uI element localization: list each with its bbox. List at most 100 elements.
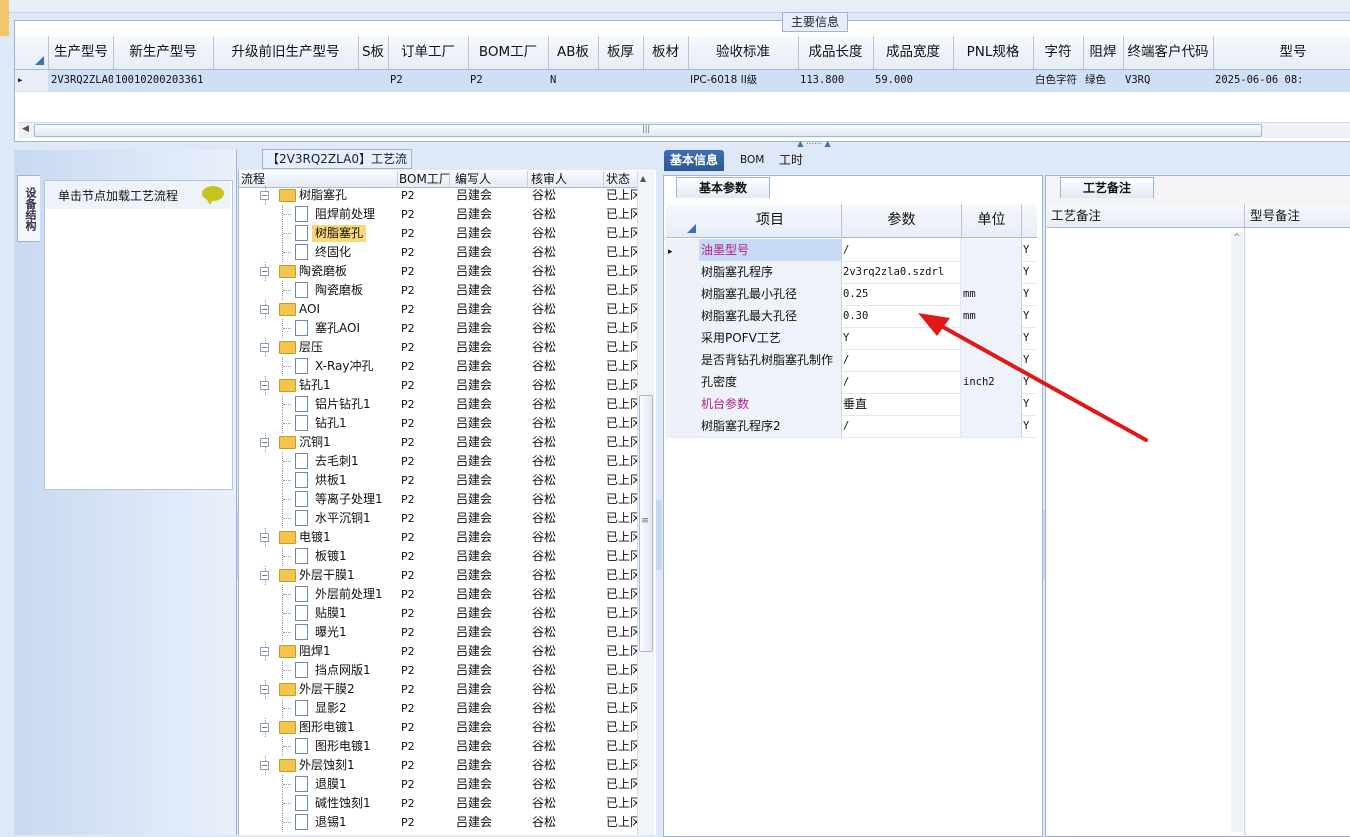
- param-row[interactable]: 是否背钻孔树脂塞孔制作 / Y: [666, 349, 1037, 372]
- tab-basic-info[interactable]: 基本信息: [664, 150, 725, 171]
- main-col-header[interactable]: 升级前旧生产型号: [213, 36, 359, 69]
- main-col-header[interactable]: 板材: [643, 36, 689, 69]
- main-col-header[interactable]: 型号: [1213, 36, 1350, 69]
- tree-node-name[interactable]: 钻孔1: [296, 377, 334, 394]
- main-row-cell[interactable]: 2V3RQ2ZLA0: [49, 70, 113, 91]
- main-col-header[interactable]: 成品宽度: [873, 36, 954, 69]
- tree-node-name[interactable]: 陶瓷磨板: [296, 263, 350, 280]
- main-col-header[interactable]: 生产型号: [49, 36, 114, 69]
- main-col-header[interactable]: 验收标准: [688, 36, 799, 69]
- main-row-cell[interactable]: N: [548, 70, 598, 91]
- main-row-cell[interactable]: IPC-6018 II级: [688, 70, 798, 91]
- param-row[interactable]: ▸ 油墨型号 / Y: [666, 239, 1037, 262]
- tree-row[interactable]: − 钻孔1 P2 吕建会 谷松 已上冈: [239, 376, 637, 395]
- tree-node-name[interactable]: 退锡1: [312, 814, 350, 831]
- param-value[interactable]: /: [841, 415, 961, 437]
- side-tab-equipment-structure[interactable]: 设备结构: [17, 175, 40, 242]
- tree-col-header[interactable]: 核审人: [529, 171, 604, 187]
- tree-row[interactable]: 等离子处理1 P2 吕建会 谷松 已上冈: [239, 490, 637, 509]
- tree-node-name[interactable]: 图形电镀1: [312, 738, 374, 755]
- main-col-header[interactable]: 新生产型号: [113, 36, 214, 69]
- tree-node-name[interactable]: 树脂塞孔: [312, 225, 367, 242]
- collapse-toggle-icon[interactable]: −: [260, 685, 269, 694]
- tree-scroll-up-icon[interactable]: ▲: [640, 174, 646, 183]
- main-row-cell[interactable]: P2: [388, 70, 468, 91]
- tree-row[interactable]: − 阻焊1 P2 吕建会 谷松 已上冈: [239, 642, 637, 661]
- tree-row[interactable]: 陶瓷磨板 P2 吕建会 谷松 已上冈: [239, 281, 637, 300]
- tree-node-name[interactable]: 图形电镀1: [296, 719, 358, 736]
- tree-node-name[interactable]: 显影2: [312, 700, 350, 717]
- tree-row[interactable]: 烘板1 P2 吕建会 谷松 已上冈: [239, 471, 637, 490]
- tree-col-header[interactable]: 流程: [239, 171, 398, 187]
- tree-node-name[interactable]: 去毛刺1: [312, 453, 362, 470]
- tree-node-name[interactable]: 树脂塞孔: [296, 187, 350, 204]
- tree-row[interactable]: 显影2 P2 吕建会 谷松 已上冈: [239, 699, 637, 718]
- collapse-toggle-icon[interactable]: −: [260, 761, 269, 770]
- tab-process-remark[interactable]: 工艺备注: [1060, 177, 1155, 198]
- tree-row[interactable]: − 沉铜1 P2 吕建会 谷松 已上冈: [239, 433, 637, 452]
- param-value[interactable]: 0.30: [841, 305, 961, 327]
- tree-row[interactable]: 去毛刺1 P2 吕建会 谷松 已上冈: [239, 452, 637, 471]
- main-row-cell[interactable]: [643, 70, 688, 91]
- tree-node-name[interactable]: 外层干膜1: [296, 567, 358, 584]
- tree-col-header[interactable]: 编写人: [453, 171, 528, 187]
- col-param[interactable]: 参数: [842, 204, 962, 237]
- main-col-header[interactable]: PNL规格: [953, 36, 1034, 69]
- tree-node-name[interactable]: 陶瓷磨板: [312, 282, 366, 299]
- tree-node-name[interactable]: 等离子处理1: [312, 491, 386, 508]
- param-value[interactable]: 2v3rq2zla0.szdrl: [841, 261, 961, 283]
- tree-node-name[interactable]: X-Ray冲孔: [312, 358, 376, 375]
- node-load-box[interactable]: [44, 180, 233, 490]
- tree-node-name[interactable]: 终固化: [312, 244, 354, 261]
- tree-node-name[interactable]: 外层干膜2: [296, 681, 358, 698]
- tab-bom[interactable]: BOM: [734, 150, 770, 171]
- collapse-toggle-icon[interactable]: −: [260, 381, 269, 390]
- collapse-toggle-icon[interactable]: −: [260, 533, 269, 542]
- collapse-toggle-icon[interactable]: −: [260, 343, 269, 352]
- main-row-cell[interactable]: 113.800: [798, 70, 873, 91]
- main-col-header[interactable]: 板厚: [598, 36, 644, 69]
- tree-node-name[interactable]: 贴膜1: [312, 605, 350, 622]
- tree-node-name[interactable]: 碱性蚀刻1: [312, 795, 374, 812]
- remark-scroll-up-icon[interactable]: ^: [1233, 233, 1241, 243]
- main-row-cell[interactable]: [953, 70, 1033, 91]
- process-remark-textarea[interactable]: [1047, 228, 1245, 835]
- tree-node-name[interactable]: 曝光1: [312, 624, 350, 641]
- tree-node-name[interactable]: 退膜1: [312, 776, 350, 793]
- tree-node-name[interactable]: AOI: [296, 301, 323, 318]
- tree-row[interactable]: 阻焊前处理 P2 吕建会 谷松 已上冈: [239, 205, 637, 224]
- main-row-cell[interactable]: [358, 70, 388, 91]
- tree-row[interactable]: − 图形电镀1 P2 吕建会 谷松 已上冈: [239, 718, 637, 737]
- main-col-header[interactable]: 订单工厂: [388, 36, 469, 69]
- tree-row[interactable]: 塞孔AOI P2 吕建会 谷松 已上冈: [239, 319, 637, 338]
- collapse-toggle-icon[interactable]: −: [260, 305, 269, 314]
- main-col-header[interactable]: 终端客户代码: [1123, 36, 1214, 69]
- param-row[interactable]: 采用POFV工艺 Y Y: [666, 327, 1037, 350]
- tree-row[interactable]: − 树脂塞孔 P2 吕建会 谷松 已上冈: [239, 186, 637, 205]
- collapse-toggle-icon[interactable]: −: [260, 267, 269, 276]
- param-value[interactable]: 垂直: [841, 393, 961, 415]
- param-row[interactable]: 孔密度 / inch2 Y: [666, 371, 1037, 394]
- tree-col-header[interactable]: 状态: [604, 171, 640, 187]
- tree-row[interactable]: − 外层干膜2 P2 吕建会 谷松 已上冈: [239, 680, 637, 699]
- tree-node-name[interactable]: 沉铜1: [296, 434, 334, 451]
- tree-node-name[interactable]: 塞孔AOI: [312, 320, 363, 337]
- tree-node-name[interactable]: 板镀1: [312, 548, 350, 565]
- main-info-row[interactable]: ▸ 2V3RQ2ZLA0 10010200203361 P2 P2 N IPC-6018 I…: [15, 70, 1350, 92]
- tree-row[interactable]: 水平沉铜1 P2 吕建会 谷松 已上冈: [239, 509, 637, 528]
- main-row-cell[interactable]: V3RQ: [1123, 70, 1213, 91]
- main-row-cell[interactable]: 白色字符: [1033, 70, 1083, 91]
- scroll-left-arrow-icon[interactable]: ◀: [22, 124, 29, 134]
- horizontal-splitter-grip[interactable]: ▲ ⋯⋯ ▲: [784, 140, 844, 148]
- tree-node-name[interactable]: 层压: [296, 339, 326, 356]
- model-remark-textarea[interactable]: [1246, 228, 1350, 835]
- vertical-splitter-tree[interactable]: [656, 500, 662, 570]
- collapse-toggle-icon[interactable]: −: [260, 191, 269, 200]
- tree-row[interactable]: − 陶瓷磨板 P2 吕建会 谷松 已上冈: [239, 262, 637, 281]
- main-row-cell[interactable]: [213, 70, 358, 91]
- tree-node-name[interactable]: 外层蚀刻1: [296, 757, 358, 774]
- tree-row[interactable]: − 外层干膜1 P2 吕建会 谷松 已上冈: [239, 566, 637, 585]
- param-row[interactable]: 树脂塞孔程序 2v3rq2zla0.szdrl Y: [666, 261, 1037, 284]
- tree-node-name[interactable]: 烘板1: [312, 472, 350, 489]
- tree-col-header[interactable]: BOM工厂: [397, 171, 450, 187]
